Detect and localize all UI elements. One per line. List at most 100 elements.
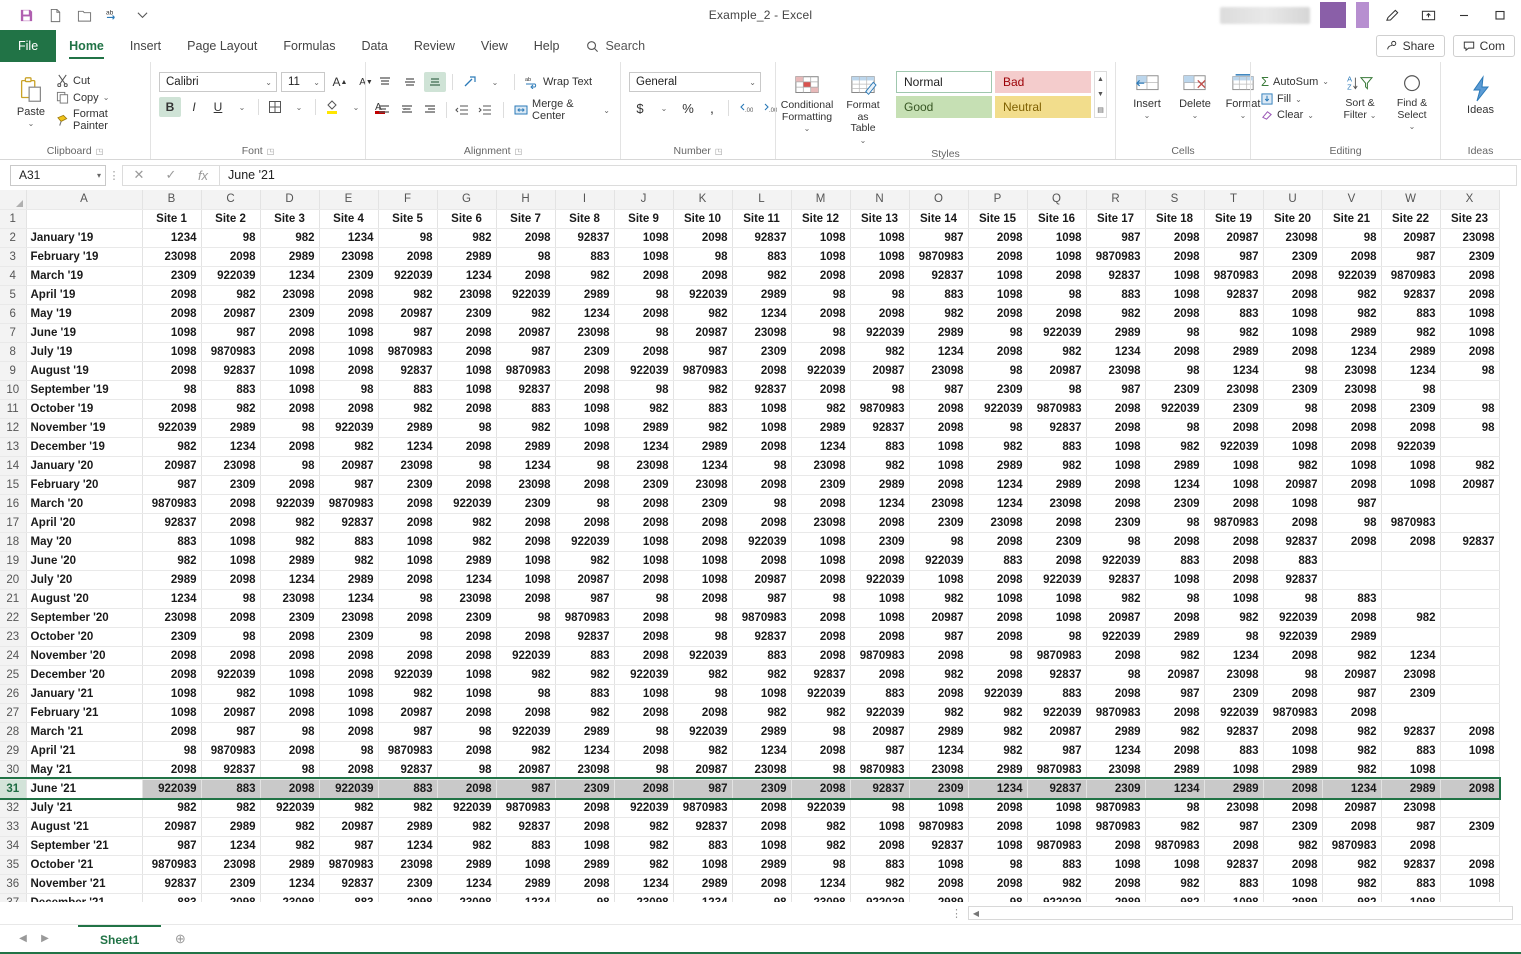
data-cell[interactable]: 98 <box>850 285 909 304</box>
data-cell[interactable]: 1098 <box>968 836 1027 855</box>
data-cell[interactable]: 2098 <box>142 399 201 418</box>
tab-page-layout[interactable]: Page Layout <box>174 30 270 62</box>
clear-dropdown-icon[interactable]: ⌄ <box>1307 111 1314 120</box>
increase-decimal-icon[interactable]: .00 <box>734 98 756 118</box>
data-cell[interactable] <box>1322 551 1381 570</box>
row-header-7[interactable]: 7 <box>0 323 26 342</box>
data-cell[interactable]: 922039 <box>1322 266 1381 285</box>
data-cell[interactable]: 2098 <box>142 665 201 684</box>
data-cell[interactable]: 98 <box>614 380 673 399</box>
data-cell[interactable]: 2098 <box>1381 836 1440 855</box>
data-cell[interactable]: 2098 <box>614 304 673 323</box>
row-header-12[interactable]: 12 <box>0 418 26 437</box>
data-cell[interactable]: 1098 <box>909 570 968 589</box>
select-all-corner[interactable] <box>0 190 26 209</box>
data-cell[interactable]: 2098 <box>968 665 1027 684</box>
data-cell[interactable]: 922039 <box>673 722 732 741</box>
data-cell[interactable]: 2098 <box>496 589 555 608</box>
data-cell[interactable]: 1098 <box>1145 285 1204 304</box>
data-cell[interactable]: 987 <box>1086 380 1145 399</box>
decrease-indent-icon[interactable] <box>452 100 472 120</box>
row-header-5[interactable]: 5 <box>0 285 26 304</box>
data-cell[interactable]: 987 <box>142 475 201 494</box>
data-cell[interactable]: 987 <box>673 342 732 361</box>
data-cell[interactable]: 2098 <box>791 266 850 285</box>
data-cell[interactable]: 2989 <box>968 456 1027 475</box>
data-cell[interactable]: 2989 <box>732 855 791 874</box>
data-cell[interactable]: 1098 <box>437 380 496 399</box>
data-cell[interactable]: 2098 <box>260 646 319 665</box>
data-cell[interactable]: 2989 <box>1086 323 1145 342</box>
data-cell[interactable]: 2098 <box>437 323 496 342</box>
data-cell[interactable]: 92837 <box>732 380 791 399</box>
data-cell[interactable]: 92837 <box>1263 570 1322 589</box>
data-cell[interactable]: 92837 <box>142 513 201 532</box>
borders-dropdown-icon[interactable]: ⌄ <box>288 97 310 117</box>
data-cell[interactable]: 2098 <box>142 760 201 779</box>
copy-button[interactable]: Copy ⌄ <box>54 90 142 105</box>
data-cell[interactable]: 2098 <box>319 399 378 418</box>
data-cell[interactable]: 883 <box>555 247 614 266</box>
share-button[interactable]: Share <box>1376 35 1445 57</box>
data-cell[interactable]: 982 <box>1204 608 1263 627</box>
data-cell[interactable]: 2098 <box>968 608 1027 627</box>
data-cell[interactable]: 982 <box>909 304 968 323</box>
data-cell[interactable]: 2989 <box>732 285 791 304</box>
percent-button[interactable]: % <box>677 98 699 118</box>
table-row[interactable]: 32July '21982982922039982982922039987098… <box>0 798 1499 817</box>
column-site-header[interactable]: Site 11 <box>732 209 791 228</box>
insert-cells-button[interactable]: Insert ⌄ <box>1124 71 1170 122</box>
data-cell[interactable]: 92837 <box>1204 855 1263 874</box>
row-header-21[interactable]: 21 <box>0 589 26 608</box>
data-cell[interactable]: 2098 <box>1322 532 1381 551</box>
data-cell[interactable]: 2309 <box>1204 399 1263 418</box>
data-cell[interactable]: 922039 <box>1204 437 1263 456</box>
sheet-tab-sheet1[interactable]: Sheet1 <box>78 925 161 952</box>
data-cell[interactable]: 883 <box>732 247 791 266</box>
column-site-header[interactable]: Site 21 <box>1322 209 1381 228</box>
data-cell[interactable]: 1234 <box>378 437 437 456</box>
data-cell[interactable]: 2989 <box>201 817 260 836</box>
data-cell[interactable]: 987 <box>201 323 260 342</box>
data-cell[interactable]: 883 <box>1027 437 1086 456</box>
data-cell[interactable]: 23098 <box>260 285 319 304</box>
data-cell[interactable]: 982 <box>1204 323 1263 342</box>
data-cell[interactable]: 1234 <box>378 836 437 855</box>
data-cell[interactable]: 2989 <box>319 570 378 589</box>
data-cell[interactable]: 92837 <box>496 817 555 836</box>
col-header-L[interactable]: L <box>732 190 791 209</box>
row-label-cell[interactable]: January '19 <box>26 228 142 247</box>
autosum-dropdown-icon[interactable]: ⌄ <box>1322 77 1329 86</box>
data-cell[interactable]: 2098 <box>496 513 555 532</box>
row-header-31[interactable]: 31 <box>0 779 26 798</box>
data-cell[interactable]: 2989 <box>791 418 850 437</box>
data-cell[interactable]: 1098 <box>614 247 673 266</box>
data-cell[interactable]: 2098 <box>673 589 732 608</box>
data-cell[interactable]: 2098 <box>1204 418 1263 437</box>
data-cell[interactable]: 98 <box>732 456 791 475</box>
data-cell[interactable] <box>1440 589 1499 608</box>
data-cell[interactable]: 2098 <box>437 437 496 456</box>
data-cell[interactable]: 9870983 <box>555 608 614 627</box>
data-cell[interactable] <box>1440 570 1499 589</box>
data-cell[interactable]: 2989 <box>437 551 496 570</box>
data-cell[interactable]: 20987 <box>1145 665 1204 684</box>
data-cell[interactable]: 23098 <box>909 494 968 513</box>
data-cell[interactable]: 1098 <box>1440 874 1499 893</box>
row-label-cell[interactable]: August '21 <box>26 817 142 836</box>
data-cell[interactable]: 2098 <box>260 399 319 418</box>
data-cell[interactable]: 922039 <box>260 798 319 817</box>
data-cell[interactable]: 98 <box>1027 380 1086 399</box>
data-cell[interactable] <box>1381 570 1440 589</box>
data-cell[interactable]: 98 <box>437 760 496 779</box>
data-cell[interactable]: 2309 <box>378 475 437 494</box>
column-site-header[interactable]: Site 13 <box>850 209 909 228</box>
data-cell[interactable]: 1234 <box>437 874 496 893</box>
data-cell[interactable]: 1098 <box>1145 570 1204 589</box>
data-cell[interactable]: 2989 <box>201 418 260 437</box>
data-cell[interactable]: 2098 <box>614 266 673 285</box>
col-header-E[interactable]: E <box>319 190 378 209</box>
data-cell[interactable]: 1098 <box>1027 589 1086 608</box>
data-cell[interactable]: 92837 <box>1263 532 1322 551</box>
table-row[interactable]: 5April '19209898223098209898223098922039… <box>0 285 1499 304</box>
